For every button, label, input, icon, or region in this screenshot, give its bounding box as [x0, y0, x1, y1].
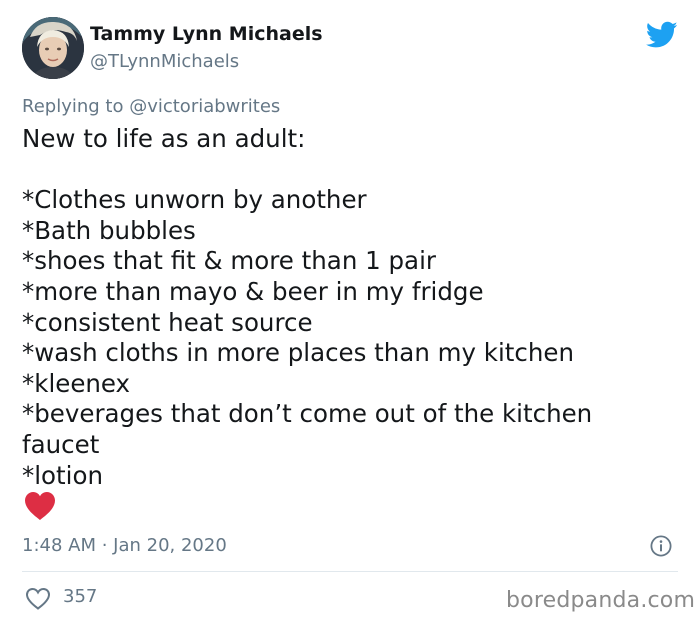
watermark: boredpanda.com [506, 588, 696, 613]
divider [22, 571, 678, 572]
heart-outline-icon[interactable] [25, 587, 51, 611]
avatar[interactable] [22, 17, 84, 79]
like-count: 357 [63, 586, 98, 607]
tweet-line: New to life as an adult: [22, 124, 306, 153]
tweet-text: New to life as an adult: *Clothes unworn… [22, 124, 682, 491]
tweet-line: *consistent heat source [22, 307, 313, 337]
tweet-line: *more than mayo & beer in my fridge [22, 276, 484, 306]
reply-prefix: Replying to [22, 96, 130, 117]
tweet-line: *Bath bubbles [22, 215, 196, 245]
red-heart-emoji-icon [25, 492, 55, 520]
tweet-timestamp[interactable]: 1:48 AM · Jan 20, 2020 [22, 535, 227, 556]
reply-handle-link[interactable]: @victoriabwrites [129, 96, 280, 117]
tweet-line: *kleenex [22, 368, 131, 398]
tweet-line: *beverages that don’t come out of the ki… [22, 399, 593, 429]
profile-photo-icon [22, 17, 84, 79]
tweet-line: *shoes that fit & more than 1 pair [22, 246, 436, 276]
tweet-line: *lotion [22, 460, 103, 490]
info-icon[interactable] [650, 535, 672, 557]
tweet-line: *wash cloths in more places than my kitc… [22, 338, 574, 368]
author-handle[interactable]: @TLynnMichaels [90, 51, 239, 72]
twitter-bird-icon[interactable] [646, 21, 678, 49]
reply-context: Replying to @victoriabwrites [22, 96, 280, 117]
author-display-name[interactable]: Tammy Lynn Michaels [90, 23, 323, 45]
tweet-line [22, 155, 682, 186]
tweet-line: *Clothes unworn by another [22, 185, 367, 215]
tweet-line: faucet [22, 429, 100, 459]
